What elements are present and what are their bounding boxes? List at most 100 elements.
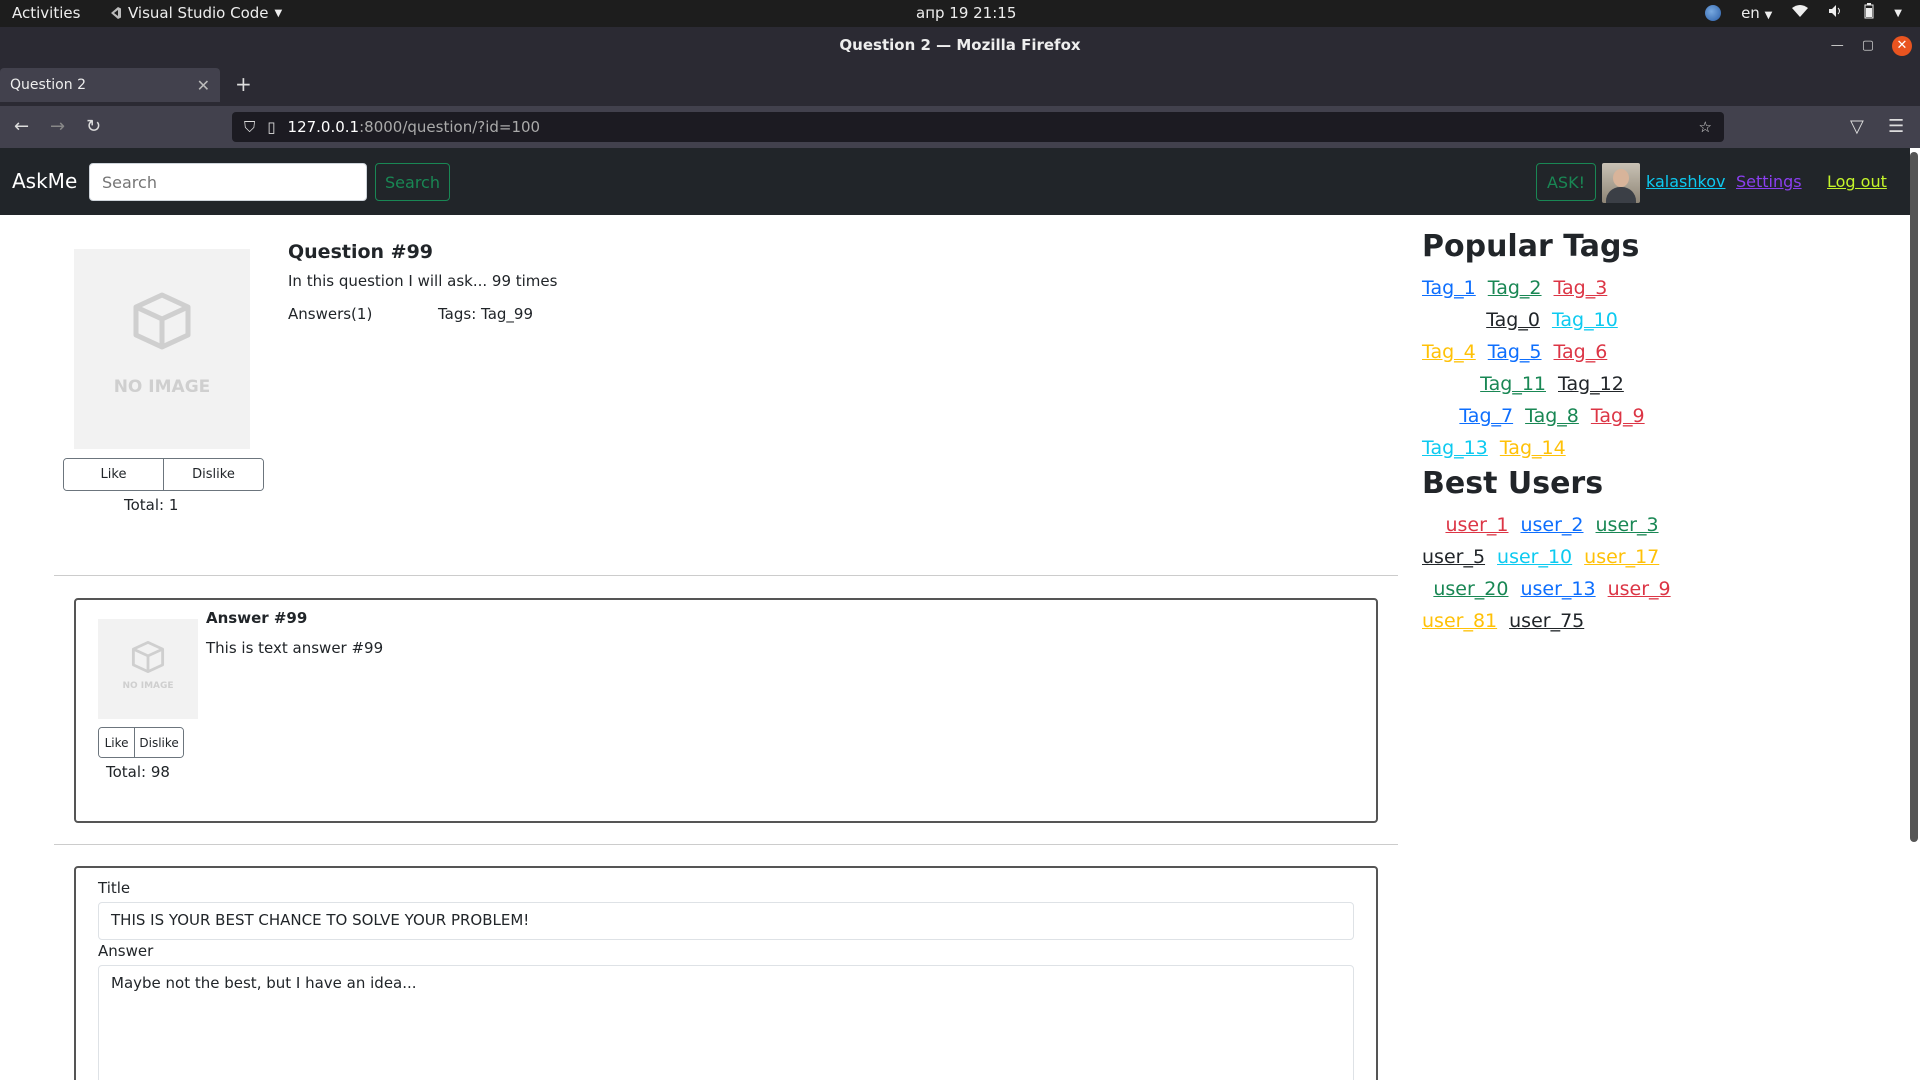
username-link[interactable]: kalashkov	[1646, 172, 1725, 191]
tag-link[interactable]: Tag_3	[1554, 277, 1608, 299]
reload-icon[interactable]: ↻	[86, 116, 101, 137]
back-icon[interactable]: ←	[14, 116, 29, 137]
globe-icon[interactable]	[1705, 5, 1722, 21]
user-link[interactable]: user_13	[1520, 578, 1595, 600]
language-indicator[interactable]: en ▼	[1741, 4, 1772, 22]
window-title: Question 2 — Mozilla Firefox	[839, 36, 1081, 54]
answer-vote-group: Like Dislike	[98, 727, 184, 758]
tag-link[interactable]: Tag_6	[1554, 341, 1608, 363]
close-window-icon[interactable]: ✕	[1892, 35, 1912, 56]
answer-total: Total: 98	[106, 763, 170, 781]
dislike-button[interactable]: Dislike	[134, 728, 183, 757]
caret-down-icon: ▼	[274, 7, 283, 19]
user-link[interactable]: user_1	[1445, 514, 1508, 536]
url-bar[interactable]: ⛉ ▯ 127.0.0.1:8000/question/?id=100 ☆	[232, 112, 1724, 142]
title-label: Title	[98, 879, 131, 897]
answer-image: NO IMAGE	[98, 619, 198, 719]
tag-link[interactable]: Tag_9	[1591, 405, 1645, 427]
tag-link[interactable]: Tag_2	[1488, 277, 1542, 299]
window-title-bar: Question 2 — Mozilla Firefox — ▢ ✕	[0, 27, 1920, 64]
answer-body: This is text answer #99	[206, 639, 384, 657]
system-menu-caret-icon[interactable]: ▼	[1894, 8, 1902, 19]
answer-title: Answer #99	[206, 609, 308, 627]
menu-icon[interactable]: ☰	[1888, 116, 1904, 137]
battery-icon[interactable]	[1864, 3, 1874, 23]
forward-icon[interactable]: →	[50, 116, 65, 137]
tag-row: Tag_1 Tag_2 Tag_3	[1422, 272, 1682, 304]
tag-link[interactable]: Tag_5	[1488, 341, 1542, 363]
tag-row: Tag_11 Tag_12	[1422, 368, 1682, 400]
user-link[interactable]: user_17	[1584, 546, 1659, 568]
activities-button[interactable]: Activities	[12, 4, 80, 22]
logout-link[interactable]: Log out	[1827, 172, 1887, 191]
avatar[interactable]	[1602, 163, 1640, 203]
pocket-icon[interactable]: ▽	[1850, 116, 1864, 137]
user-link[interactable]: user_9	[1608, 578, 1671, 600]
box-icon	[131, 640, 165, 674]
search-input[interactable]	[89, 163, 367, 201]
question-total: Total: 1	[124, 496, 179, 514]
user-link[interactable]: user_10	[1497, 546, 1572, 568]
app-menu[interactable]: Visual Studio Code ▼	[108, 4, 282, 22]
tag-link[interactable]: Tag_11	[1480, 373, 1546, 395]
tab-question-2[interactable]: Question 2 ✕	[0, 68, 220, 102]
tag-link[interactable]: Tag_1	[1422, 277, 1476, 299]
question-vote-group: Like Dislike	[63, 458, 264, 491]
tag-row: Tag_0 Tag_10	[1422, 304, 1682, 336]
tag-link[interactable]: Tag_14	[1500, 437, 1566, 459]
tag-row: Tag_4 Tag_5 Tag_6	[1422, 336, 1682, 368]
dislike-button[interactable]: Dislike	[163, 459, 263, 490]
minimize-icon[interactable]: —	[1831, 27, 1844, 64]
answer-textarea[interactable]: Maybe not the best, but I have an idea..…	[98, 965, 1354, 1080]
user-row: user_5 user_10 user_17	[1422, 541, 1682, 573]
user-link[interactable]: user_20	[1433, 578, 1508, 600]
tag-link[interactable]: Tag_10	[1552, 309, 1618, 331]
ask-button[interactable]: ASK!	[1536, 163, 1596, 201]
user-link[interactable]: user_2	[1520, 514, 1583, 536]
user-row: user_81 user_75	[1422, 605, 1682, 637]
question-image: NO IMAGE	[74, 249, 250, 449]
clock[interactable]: апр 19 21:15	[916, 4, 1016, 22]
answer-label: Answer	[98, 942, 154, 960]
user-cloud: user_1 user_2 user_3 user_5 user_10 user_17 us…	[1422, 509, 1682, 637]
user-link[interactable]: user_81	[1422, 610, 1497, 632]
caret-down-icon: ▼	[1764, 10, 1773, 21]
brand-logo[interactable]: AskMe	[12, 169, 77, 193]
tag-link[interactable]: Tag_13	[1422, 437, 1488, 459]
question-tags: Tags: Tag_99	[438, 305, 534, 323]
question-body: In this question I will ask... 99 times	[288, 272, 558, 290]
title-input[interactable]: THIS IS YOUR BEST CHANCE TO SOLVE YOUR P…	[98, 902, 1354, 940]
page-content: AskMe Search ASK! kalashkov Settings Log…	[0, 148, 1920, 1080]
user-link[interactable]: user_5	[1422, 546, 1485, 568]
vscode-icon	[111, 7, 121, 19]
like-button[interactable]: Like	[99, 728, 135, 757]
popular-tags-heading: Popular Tags	[1422, 229, 1640, 264]
close-tab-icon[interactable]: ✕	[197, 76, 210, 95]
answers-count: Answers(1)	[288, 305, 373, 323]
user-link[interactable]: user_3	[1596, 514, 1659, 536]
tag-link[interactable]: Tag_4	[1422, 341, 1476, 363]
tag-link[interactable]: Tag_7	[1459, 405, 1513, 427]
tag-link[interactable]: Tag_8	[1525, 405, 1579, 427]
tag-row: Tag_13 Tag_14	[1422, 432, 1682, 464]
settings-link[interactable]: Settings	[1736, 172, 1802, 191]
system-tray[interactable]: en ▼ ▼	[1705, 3, 1902, 23]
search-button[interactable]: Search	[375, 163, 450, 201]
system-top-bar: Activities Visual Studio Code ▼ апр 19 2…	[0, 0, 1920, 27]
new-tab-icon[interactable]: +	[235, 72, 252, 96]
volume-icon[interactable]	[1828, 4, 1844, 22]
tag-link[interactable]: Tag_0	[1486, 309, 1540, 331]
user-link[interactable]: user_75	[1509, 610, 1584, 632]
maximize-icon[interactable]: ▢	[1862, 27, 1874, 64]
wifi-icon[interactable]	[1792, 4, 1809, 22]
tag-link[interactable]: Tag_12	[1558, 373, 1624, 395]
scrollbar[interactable]	[1910, 152, 1918, 842]
no-image-label: NO IMAGE	[113, 377, 211, 397]
app-name: Visual Studio Code	[128, 4, 269, 22]
url-host: 127.0.0.1	[287, 118, 360, 136]
bookmark-star-icon[interactable]: ☆	[1699, 118, 1712, 136]
like-button[interactable]: Like	[64, 459, 163, 490]
browser-toolbar: ← → ↻ ⛉ ▯ 127.0.0.1:8000/question/?id=10…	[0, 106, 1920, 148]
question-title: Question #99	[288, 241, 434, 263]
shield-icon[interactable]: ⛉	[244, 118, 255, 136]
